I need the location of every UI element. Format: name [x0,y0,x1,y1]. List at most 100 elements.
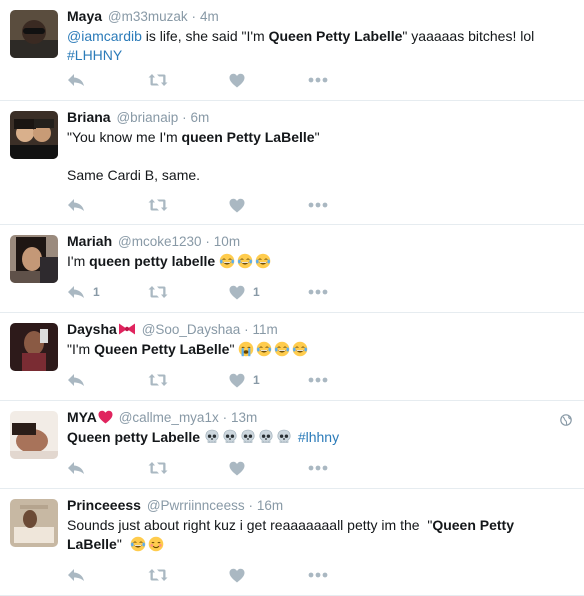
tweet-text-segment: " yaaaaas bitches! lol [402,28,539,44]
retweet-icon [148,74,168,86]
mention-link[interactable]: @iamcardib [67,28,142,44]
reply-button[interactable] [67,198,85,212]
user-fullname[interactable]: Maya [67,8,102,24]
avatar[interactable] [10,323,58,371]
like-button[interactable]: 1 [229,285,260,300]
like-button[interactable]: 1 [229,373,260,388]
retweet-button[interactable] [148,461,168,475]
tweet[interactable]: Princeeess @Pwrriinnceess · 16m Sounds ju… [0,489,584,596]
tweet-content: Maya @m33muzak · 4m @iamcardib is life, s… [67,7,572,65]
tweet[interactable]: Maya @m33muzak · 4m @iamcardib is life, s… [0,0,584,101]
tweet-text: @iamcardib is life, she said "I'm Queen … [67,27,572,65]
user-fullname[interactable]: MYA [67,409,97,425]
hashtag-link[interactable]: #lhhny [298,429,339,445]
tweet-text-segment: is life, she said "I'm [141,28,269,44]
retweet-button[interactable] [148,73,168,87]
skull-emoji-icon [205,429,219,443]
user-handle[interactable]: @m33muzak [108,9,188,24]
timeline: Maya @m33muzak · 4m @iamcardib is life, s… [0,0,584,596]
tweet[interactable]: Daysha @Soo_Dayshaa · 11m "I'm Queen Pett… [0,313,584,401]
like-button[interactable] [229,461,245,476]
retweet-icon [148,286,168,298]
separator-dot: · [182,110,187,125]
tweet-timestamp[interactable]: 4m [200,9,219,24]
laugh-emoji-icon [293,341,308,357]
more-button[interactable] [308,377,328,383]
avatar[interactable] [10,499,58,547]
more-icon [308,465,328,471]
separator-dot: · [205,234,210,249]
avatar[interactable] [10,111,58,159]
more-button[interactable] [308,465,328,471]
tweet-text-segment: Sounds just about right kuz i get reaaaa… [67,517,433,533]
separator-dot: · [191,9,197,24]
heart-icon [229,373,245,387]
retweet-icon [148,569,168,581]
user-fullname[interactable]: Mariah [67,233,112,249]
tweet-header: Mariah @mcoke1230 · 10m [67,232,572,251]
reply-button[interactable] [67,568,85,582]
reply-icon [68,199,84,211]
laugh-emoji-icon [255,253,271,269]
more-button[interactable] [308,572,328,578]
skull-emoji-icon [277,429,291,443]
more-button[interactable] [308,202,328,208]
reply-button[interactable]: 1 [67,285,100,299]
avatar[interactable] [10,10,58,58]
more-icon [308,289,328,295]
more-button[interactable] [308,289,328,295]
tweet-header: Daysha @Soo_Dayshaa · 11m [67,320,572,339]
tweet-timestamp[interactable]: 11m [253,322,278,337]
heart-icon [229,461,245,475]
red-heart-emoji-icon [98,410,113,424]
tweet-header: Princeeess @Pwrriinnceess · 16m [67,496,572,515]
ribbon-emoji-icon [118,323,135,335]
tweet-text: Queen petty Labelle #lhhny [67,428,572,447]
tweet[interactable]: Briana @brianaip · 6m "You know me I'm qu… [0,101,584,225]
separator-dot: · [222,410,228,425]
reply-button[interactable] [67,73,85,87]
tweet-timestamp[interactable]: 16m [257,498,283,513]
like-button[interactable] [229,198,245,213]
skull-emoji-icon [241,429,255,443]
more-icon [308,202,328,208]
user-fullname[interactable]: Daysha [67,321,117,337]
more-button[interactable] [308,77,328,83]
hashtag-link[interactable]: #LHHNY [67,47,122,63]
like-button[interactable] [229,73,245,88]
user-handle[interactable]: @Pwrriinnceess [147,498,245,513]
highlighted-text: Queen petty Labelle [67,429,201,445]
tweet-timestamp[interactable]: 13m [231,410,257,425]
like-button[interactable] [229,568,245,583]
tweet[interactable]: Mariah @mcoke1230 · 10m I'm queen petty l… [0,225,584,313]
avatar[interactable] [10,235,58,283]
retweet-button[interactable] [148,568,168,582]
user-handle[interactable]: @mcoke1230 [118,234,202,249]
tweet-timestamp[interactable]: 6m [191,110,210,125]
tweet-content: Daysha @Soo_Dayshaa · 11m "I'm Queen Pett… [67,320,572,359]
tweet-text: "I'm Queen Petty LaBelle" [67,340,572,359]
retweet-button[interactable] [148,198,168,212]
reply-button[interactable] [67,373,85,387]
tweet-text-segment: I'm [67,253,90,269]
tweet-text: I'm queen petty labelle [67,252,572,271]
action-count: 1 [253,285,260,299]
avatar[interactable] [10,411,58,459]
user-handle[interactable]: @callme_mya1x [119,410,219,425]
tweet-timestamp[interactable]: 10m [214,234,240,249]
heart-icon [229,285,245,299]
user-fullname[interactable]: Briana [67,109,111,125]
user-fullname[interactable]: Princeeess [67,497,141,513]
retweet-button[interactable] [148,285,168,299]
tweet-text-segment: " [116,536,130,552]
reply-button[interactable] [67,461,85,475]
heart-icon [229,568,245,582]
tweet-header: Briana @brianaip · 6m [67,108,572,127]
tweet[interactable]: MYA @callme_mya1x · 13m Queen petty Label… [0,401,584,489]
more-icon [308,377,328,383]
retweet-button[interactable] [148,373,168,387]
reply-icon [68,374,84,386]
crying-emoji-icon [239,341,254,357]
user-handle[interactable]: @brianaip [116,110,178,125]
user-handle[interactable]: @Soo_Dayshaa [142,322,241,337]
